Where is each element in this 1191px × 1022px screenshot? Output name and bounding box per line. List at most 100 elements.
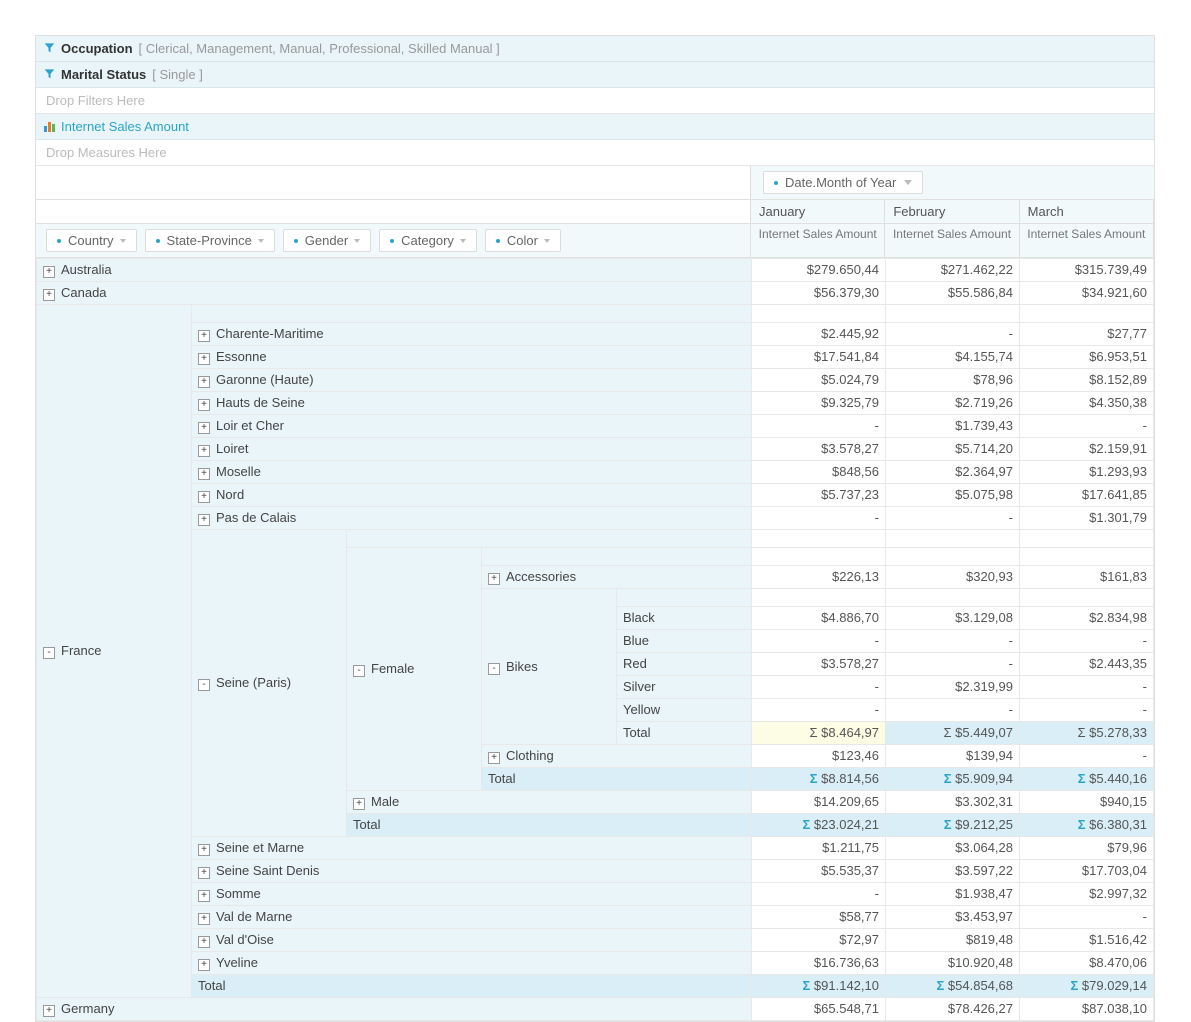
expand-icon[interactable]: + [198, 936, 210, 948]
value-cell: Σ $5.278,33 [1020, 722, 1154, 745]
value-cell [886, 530, 1020, 548]
col-dimension-row: Date.Month of Year [36, 166, 1154, 200]
table-row: TotalΣ $91.142,10Σ $54.854,68Σ $79.029,1… [37, 975, 1154, 998]
expand-icon[interactable]: + [43, 266, 55, 278]
expand-icon[interactable]: + [198, 468, 210, 480]
row-header[interactable]: +Essonne [192, 346, 752, 369]
filter-occupation[interactable]: Occupation [ Clerical, Management, Manua… [36, 36, 1154, 62]
measure-head-feb: Internet Sales Amount [885, 224, 1019, 257]
value-cell: $10.920,48 [886, 952, 1020, 975]
expand-icon[interactable]: + [488, 752, 500, 764]
expand-icon[interactable]: + [198, 959, 210, 971]
row-header[interactable]: Total [617, 722, 752, 745]
expand-icon[interactable]: + [43, 289, 55, 301]
row-header[interactable]: +Pas de Calais [192, 507, 752, 530]
value-cell: - [886, 653, 1020, 676]
filter-marital[interactable]: Marital Status [ Single ] [36, 62, 1154, 88]
row-header[interactable]: +Yveline [192, 952, 752, 975]
row-header[interactable]: +Moselle [192, 461, 752, 484]
expand-icon[interactable]: + [198, 867, 210, 879]
col-february[interactable]: February [885, 200, 1019, 223]
row-header[interactable]: -France [37, 305, 192, 998]
expand-icon[interactable]: + [198, 844, 210, 856]
expand-icon[interactable]: + [198, 330, 210, 342]
drop-filters[interactable]: Drop Filters Here [36, 88, 1154, 114]
row-header[interactable]: Black [617, 607, 752, 630]
row-dim-pill[interactable]: Category [379, 229, 477, 252]
row-header[interactable]: +Garonne (Haute) [192, 369, 752, 392]
row-header[interactable]: Total [482, 768, 752, 791]
row-header[interactable]: +Val de Marne [192, 906, 752, 929]
value-cell: $55.586,84 [886, 282, 1020, 305]
row-header[interactable]: +Clothing [482, 745, 752, 768]
row-dim-pill[interactable]: Country [46, 229, 137, 252]
value-cell: $6.953,51 [1020, 346, 1154, 369]
table-row: -France [37, 305, 1154, 323]
expand-icon[interactable]: + [198, 445, 210, 457]
row-header[interactable]: +Loir et Cher [192, 415, 752, 438]
expand-icon[interactable]: + [198, 376, 210, 388]
row-header[interactable]: +Hauts de Seine [192, 392, 752, 415]
expand-icon[interactable]: + [198, 353, 210, 365]
collapse-icon[interactable]: - [488, 663, 500, 675]
value-cell: $79,96 [1020, 837, 1154, 860]
row-header[interactable]: +Nord [192, 484, 752, 507]
row-dim-pill[interactable]: Color [485, 229, 561, 252]
value-cell: $5.737,23 [752, 484, 886, 507]
value-cell: $17.641,85 [1020, 484, 1154, 507]
expand-icon[interactable]: + [198, 514, 210, 526]
value-cell: $226,13 [752, 566, 886, 589]
row-header[interactable]: Total [347, 814, 752, 837]
row-header[interactable]: Red [617, 653, 752, 676]
row-header[interactable]: +Australia [37, 259, 752, 282]
expand-icon[interactable]: + [198, 890, 210, 902]
value-cell [1020, 305, 1154, 323]
collapse-icon[interactable]: - [198, 679, 210, 691]
row-header[interactable]: +Canada [37, 282, 752, 305]
row-header[interactable]: +Male [347, 791, 752, 814]
collapse-icon[interactable]: - [43, 647, 55, 659]
row-header[interactable]: +Loiret [192, 438, 752, 461]
expand-icon[interactable]: + [43, 1005, 55, 1017]
row-header[interactable]: Blue [617, 630, 752, 653]
row-header[interactable]: +Charente-Maritime [192, 323, 752, 346]
value-cell: $8.470,06 [1020, 952, 1154, 975]
value-cell: $58,77 [752, 906, 886, 929]
filter-label: Occupation [61, 41, 133, 56]
row-header[interactable]: +Germany [37, 998, 752, 1021]
value-cell: Σ $5.440,16 [1020, 768, 1154, 791]
row-header[interactable]: +Accessories [482, 566, 752, 589]
value-cell: $819,48 [886, 929, 1020, 952]
row-header[interactable]: Yellow [617, 699, 752, 722]
row-header[interactable]: +Somme [192, 883, 752, 906]
measure-head-jan: Internet Sales Amount [751, 224, 885, 257]
col-dim-pill[interactable]: Date.Month of Year [763, 171, 923, 194]
row-dim-pill[interactable]: Gender [283, 229, 371, 252]
pivot-body: +Australia$279.650,44$271.462,22$315.739… [36, 258, 1154, 1021]
row-header[interactable]: +Val d'Oise [192, 929, 752, 952]
expand-icon[interactable]: + [198, 913, 210, 925]
row-header[interactable]: -Seine (Paris) [192, 530, 347, 837]
row-header[interactable]: Silver [617, 676, 752, 699]
value-cell: Σ $23.024,21 [752, 814, 886, 837]
collapse-icon[interactable]: - [353, 665, 365, 677]
col-march[interactable]: March [1020, 200, 1154, 223]
expand-icon[interactable]: + [353, 798, 365, 810]
row-dim-pill[interactable]: State-Province [145, 229, 275, 252]
value-cell: $3.578,27 [752, 653, 886, 676]
measure-row[interactable]: Internet Sales Amount [36, 114, 1154, 140]
row-header[interactable]: +Seine Saint Denis [192, 860, 752, 883]
expand-icon[interactable]: + [198, 399, 210, 411]
row-header[interactable]: Total [192, 975, 752, 998]
value-cell [886, 305, 1020, 323]
col-january[interactable]: January [751, 200, 885, 223]
table-row: +Nord$5.737,23$5.075,98$17.641,85 [37, 484, 1154, 507]
row-header[interactable]: +Seine et Marne [192, 837, 752, 860]
value-cell [1020, 589, 1154, 607]
drop-measures[interactable]: Drop Measures Here [36, 140, 1154, 166]
row-header[interactable]: -Female [347, 548, 482, 791]
expand-icon[interactable]: + [198, 422, 210, 434]
expand-icon[interactable]: + [198, 491, 210, 503]
expand-icon[interactable]: + [488, 573, 500, 585]
row-header[interactable]: -Bikes [482, 589, 617, 745]
